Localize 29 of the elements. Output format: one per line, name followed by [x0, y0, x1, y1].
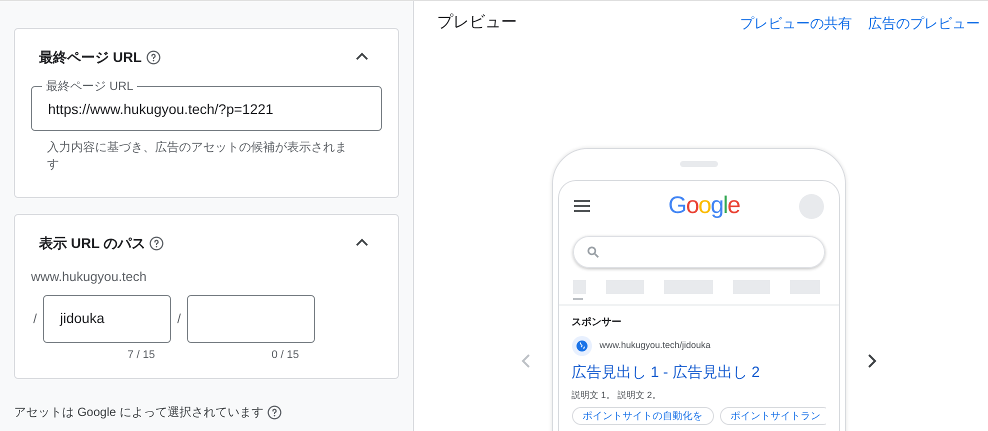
character-counter: 7 / 15 [127, 348, 156, 362]
domain-text: www.hukugyou.tech [31, 268, 148, 286]
sitelink-chip[interactable]: ポイントサイトの自動化を [572, 407, 714, 425]
path-input-field[interactable] [187, 294, 315, 342]
menu-icon[interactable] [572, 199, 590, 213]
search-icon [586, 245, 600, 259]
next-icon[interactable] [866, 352, 878, 368]
help-icon[interactable] [267, 404, 282, 420]
preview-title: プレビュー [437, 12, 517, 33]
ad-headline[interactable]: 広告見出し 1 - 広告見出し 2 [572, 362, 826, 384]
preview-link[interactable]: プレビューの共有 [740, 12, 852, 34]
path-separator: / [32, 310, 38, 328]
ad-url: www.hukugyou.tech/jidouka [600, 339, 711, 352]
asset-note: アセットは Google によって選択されています [14, 404, 264, 421]
help-icon[interactable] [149, 236, 164, 250]
google-logo: Google [668, 191, 740, 221]
hint-text: 入力内容に基づき、広告のアセットの候補が表示されます [47, 139, 347, 173]
sponsored-label: スポンサー [572, 316, 622, 330]
globe-icon [572, 336, 592, 356]
section-title: 表示 URL のパス [39, 234, 146, 252]
help-icon[interactable] [146, 50, 161, 64]
sitelink-chip[interactable]: ポイントサイトラン [720, 407, 826, 425]
path-separator: / [176, 310, 182, 328]
preview-link[interactable]: 広告のプレビュー [868, 12, 980, 34]
character-counter: 0 / 15 [271, 348, 300, 362]
ad-description: 説明文 1。 説明文 2。 [572, 388, 662, 402]
path-input-field[interactable]: jidouka [43, 294, 171, 342]
field-label: 最終ページ URL [45, 78, 134, 95]
section-title: 最終ページ URL [39, 48, 142, 66]
